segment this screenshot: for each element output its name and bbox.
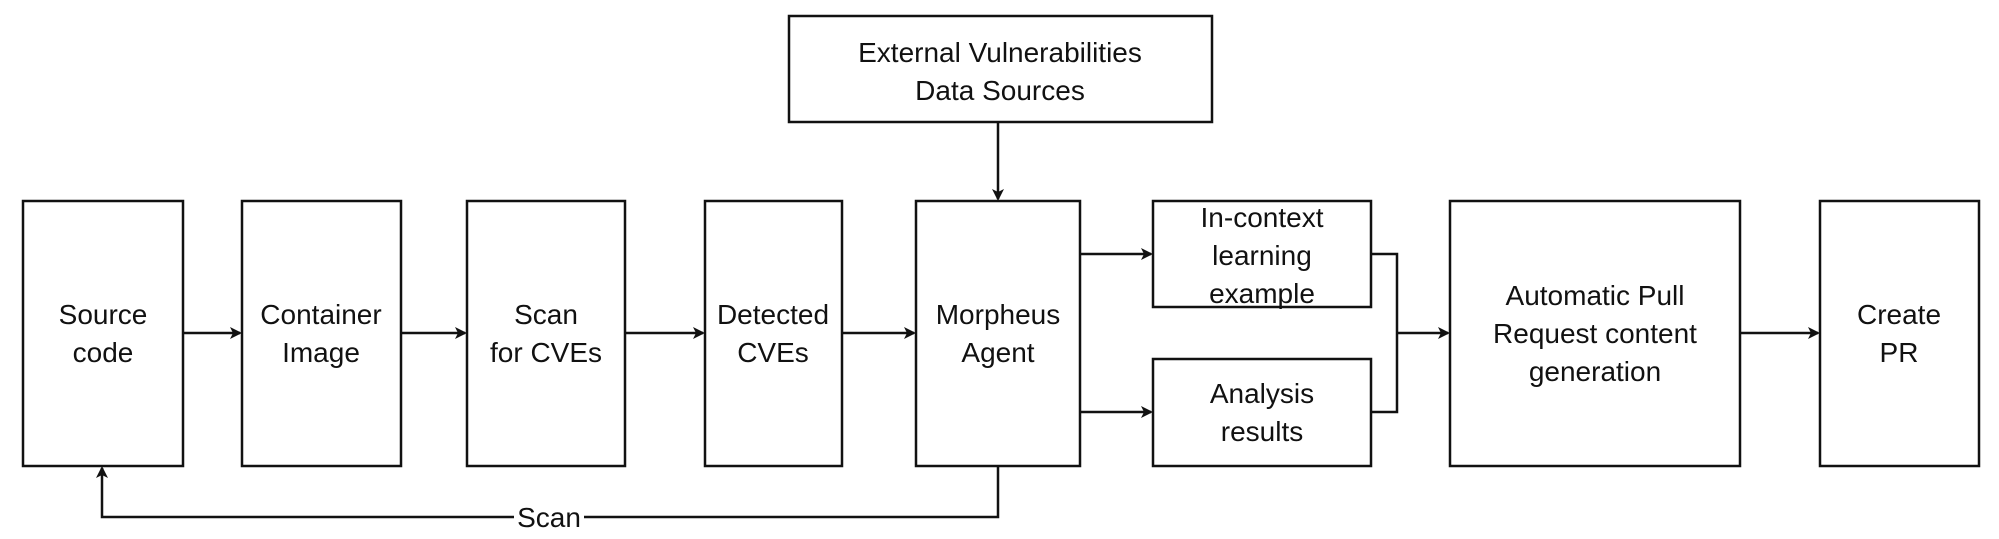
node-analysis-results: Analysis results bbox=[1151, 357, 1373, 468]
node-label: CVEs bbox=[737, 337, 809, 368]
node-label: Scan bbox=[514, 299, 578, 330]
node-label: learning bbox=[1212, 240, 1312, 271]
node-label: Agent bbox=[961, 337, 1034, 368]
node-label: Request content bbox=[1493, 318, 1697, 349]
node-label: Image bbox=[282, 337, 360, 368]
node-automatic-pr-generation: Automatic Pull Request content generatio… bbox=[1448, 199, 1742, 468]
node-label: example bbox=[1209, 278, 1315, 309]
node-create-pr: Create PR bbox=[1818, 199, 1981, 468]
node-label: generation bbox=[1529, 356, 1661, 387]
node-label: Automatic Pull bbox=[1506, 280, 1685, 311]
node-label: PR bbox=[1880, 337, 1919, 368]
node-label: Data Sources bbox=[915, 75, 1085, 106]
node-in-context-example: In-context learning example bbox=[1151, 199, 1373, 309]
node-label: code bbox=[73, 337, 134, 368]
scan-loop-label: Scan bbox=[517, 502, 581, 533]
node-source-code: Source code bbox=[21, 199, 185, 468]
node-label: Source bbox=[59, 299, 148, 330]
node-label: Morpheus bbox=[936, 299, 1061, 330]
node-morpheus-agent: Morpheus Agent bbox=[914, 199, 1082, 468]
node-label: results bbox=[1221, 416, 1303, 447]
node-label: Detected bbox=[717, 299, 829, 330]
edge-merge-bracket bbox=[1371, 252, 1399, 414]
node-label: External Vulnerabilities bbox=[858, 37, 1142, 68]
node-label: In-context bbox=[1201, 202, 1324, 233]
node-external: External Vulnerabilities Data Sources bbox=[787, 14, 1214, 124]
node-label: Create bbox=[1857, 299, 1941, 330]
node-container-image: Container Image bbox=[240, 199, 403, 468]
node-label: Analysis bbox=[1210, 378, 1314, 409]
node-scan-for-cves: Scan for CVEs bbox=[465, 199, 627, 468]
node-detected-cves: Detected CVEs bbox=[703, 199, 844, 468]
node-label: Container bbox=[260, 299, 381, 330]
node-label: for CVEs bbox=[490, 337, 602, 368]
diagram-canvas: Scan External Vulnerabilities Data Sourc… bbox=[21, 14, 1981, 533]
